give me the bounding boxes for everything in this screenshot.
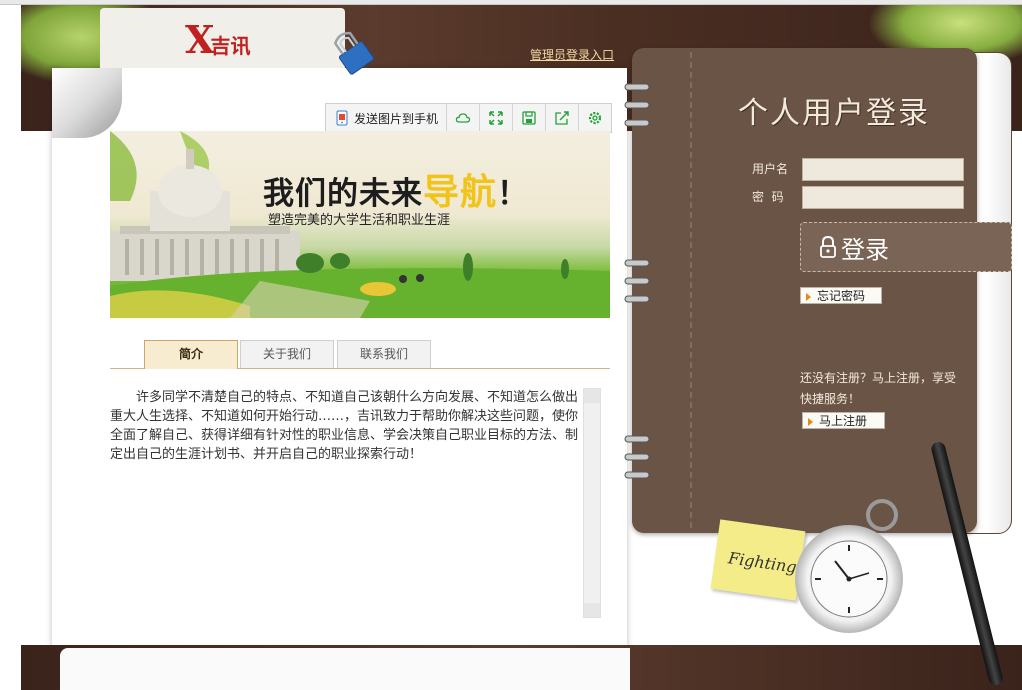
login-button-label: 登录 xyxy=(841,235,889,264)
logo: X 吉讯 xyxy=(185,18,250,62)
content-tabs: 简介 关于我们 联系我们 xyxy=(110,340,610,369)
login-title: 个人用户登录 xyxy=(738,96,930,131)
scroll-down-arrow[interactable] xyxy=(584,603,600,617)
banner-title-main: 我们的未来 xyxy=(263,176,423,212)
save-icon xyxy=(522,111,536,125)
banner-title-highlight: 导航 xyxy=(423,172,498,213)
username-label: 用户名 xyxy=(752,162,789,176)
ring-binder-icon xyxy=(624,435,650,443)
intro-scrollbar[interactable] xyxy=(583,388,601,618)
expand-button[interactable] xyxy=(480,104,514,132)
ring-binder-icon xyxy=(624,83,650,91)
save-button[interactable] xyxy=(513,104,547,132)
phone-image-icon xyxy=(336,110,348,126)
scroll-up-arrow[interactable] xyxy=(584,389,600,403)
ring-binder-icon xyxy=(624,119,650,127)
ring-binder-icon xyxy=(624,277,650,285)
login-button[interactable]: 登录 xyxy=(800,222,1012,272)
share-button[interactable] xyxy=(546,104,580,132)
send-to-phone-label: 发送图片到手机 xyxy=(354,111,439,126)
tab-about-us[interactable]: 关于我们 xyxy=(240,340,334,368)
username-input[interactable] xyxy=(802,158,964,181)
watch-face-icon xyxy=(810,540,888,618)
ring-binder-icon xyxy=(624,471,650,479)
forgot-password-button[interactable]: 忘记密码 xyxy=(800,287,882,304)
password-input[interactable] xyxy=(802,186,964,209)
register-button-label: 马上注册 xyxy=(819,414,868,428)
expand-icon xyxy=(489,111,503,125)
admin-login-link[interactable]: 管理员登录入口 xyxy=(530,46,614,63)
arrow-right-icon xyxy=(806,293,811,301)
forgot-password-label: 忘记密码 xyxy=(817,289,866,303)
logo-text: 吉讯 xyxy=(210,33,251,58)
banner-title: 我们的未来导航！ xyxy=(263,163,529,215)
register-prompt: 还没有注册？马上注册，享受快捷服务！ xyxy=(800,371,957,406)
cloud-button[interactable] xyxy=(447,104,481,132)
banner-subtitle: 塑造完美的大学生活和职业生涯 xyxy=(268,213,451,228)
send-to-phone-button[interactable]: 发送图片到手机 xyxy=(326,104,448,132)
footer-paper xyxy=(60,648,630,690)
watch-ring-icon xyxy=(866,499,898,531)
tab-intro[interactable]: 简介 xyxy=(144,340,238,369)
ring-binder-icon xyxy=(624,453,650,461)
ring-binder-icon xyxy=(624,101,650,109)
arrow-right-icon xyxy=(808,418,813,426)
cloud-icon xyxy=(455,113,471,123)
share-icon xyxy=(555,111,569,125)
gear-icon xyxy=(588,111,602,125)
pocket-watch-icon xyxy=(795,525,903,633)
tab-contact-us[interactable]: 联系我们 xyxy=(337,340,431,368)
lock-icon xyxy=(820,236,836,258)
ring-binder-icon xyxy=(624,259,650,267)
intro-text: 许多同学不清楚自己的特点、不知道自己该朝什么方向发展、不知道怎么做出重大人生选择… xyxy=(110,390,579,462)
password-label: 密 码 xyxy=(752,190,784,204)
binder-clip-icon xyxy=(333,31,374,75)
register-button[interactable]: 马上注册 xyxy=(802,412,885,429)
banner-image: 我们的未来导航！ 塑造完美的大学生活和职业生涯 xyxy=(110,131,610,318)
banner-title-suffix: ！ xyxy=(497,176,530,212)
settings-button[interactable] xyxy=(579,104,611,132)
image-toolbar: 发送图片到手机 xyxy=(325,103,613,133)
ring-binder-icon xyxy=(624,295,650,303)
